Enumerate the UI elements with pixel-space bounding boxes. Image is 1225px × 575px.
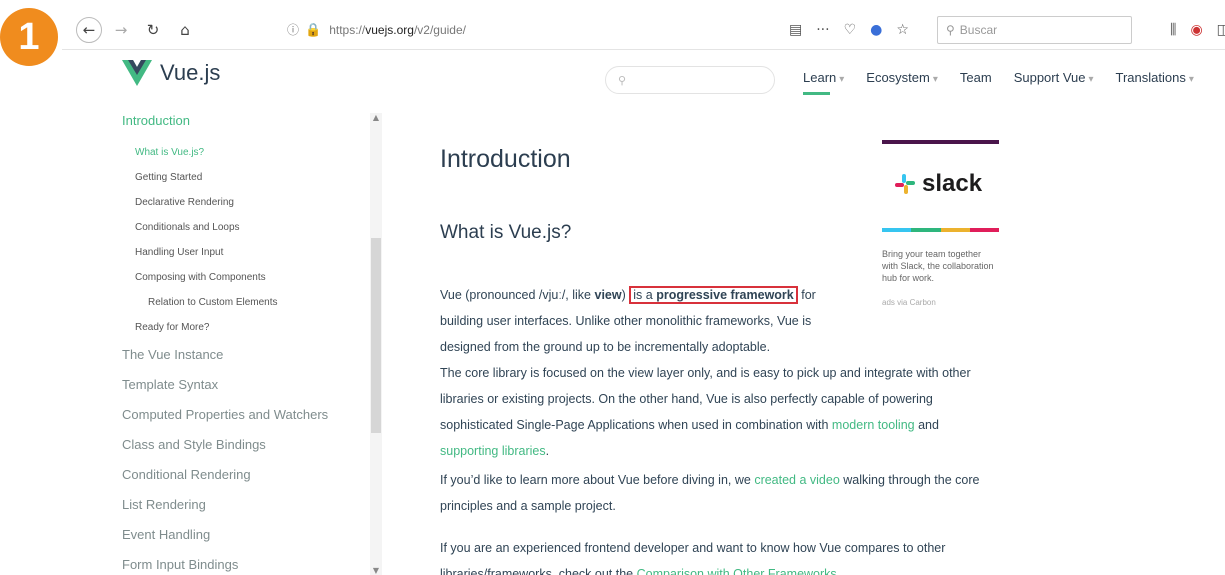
sidebar: Introduction What is Vue.js? Getting Star… [122, 113, 382, 575]
chevron-down-icon: ▾ [839, 74, 845, 85]
step-number-badge: 1 [0, 8, 58, 66]
site-header: Vue.js ⚲ Learn ▾ Ecosystem ▾ Team Support Vue… [0, 50, 1225, 106]
video-paragraph: If you’d like to learn more about Vue be… [440, 473, 980, 513]
home-icon[interactable]: ⌂ [172, 17, 198, 43]
browser-toolbar: ← → ↻ ⌂ ⓘ 🔒 https://vuejs.org/v2/guide/ … [62, 10, 1225, 50]
sidebar-item[interactable]: Conditional Rendering [122, 460, 382, 490]
sidebar-subitem[interactable]: Getting Started [122, 165, 382, 190]
highlight-box: is a progressive framework [629, 286, 798, 304]
toolbar-right-icons: ⫼ ◉ ◫ ♜ [1170, 22, 1225, 38]
sidebar-section-introduction[interactable]: Introduction [122, 113, 382, 128]
carbon-ad[interactable]: slack Bring your team together with Slac… [882, 140, 999, 307]
forward-icon[interactable]: → [108, 17, 134, 43]
sidebar-subitem[interactable]: Declarative Rendering [122, 190, 382, 215]
nav-item-translations[interactable]: Translations ▾ [1116, 70, 1194, 85]
sidebar-item[interactable]: The Vue Instance [122, 340, 382, 370]
scroll-down-icon[interactable]: ▼ [371, 566, 381, 575]
logo-text: Vue.js [160, 60, 221, 85]
search-icon: ⚲ [618, 73, 627, 87]
scroll-thumb[interactable] [371, 238, 381, 433]
reader-view-icon[interactable]: ▤ [789, 22, 802, 38]
more-actions-icon[interactable]: ··· [816, 22, 829, 38]
nav-item-learn[interactable]: Learn ▾ [803, 70, 845, 95]
bookmark-star-icon[interactable]: ☆ [896, 22, 909, 38]
nav-item-support-vue[interactable]: Support Vue ▾ [1014, 70, 1094, 85]
back-icon[interactable]: ← [76, 16, 102, 43]
info-icon[interactable]: ⓘ [287, 21, 299, 38]
site-nav: Learn ▾ Ecosystem ▾ Team Support Vue ▾ Translat… [803, 70, 1216, 95]
pocket-icon[interactable]: ♡ [844, 22, 857, 38]
sidebar-subitem[interactable]: What is Vue.js? [122, 140, 382, 165]
chevron-down-icon: ▾ [1088, 74, 1094, 85]
sidebar-item[interactable]: Event Handling [122, 520, 382, 550]
core-library-paragraph: The core library is focused on the view … [440, 366, 971, 458]
site-search-input[interactable]: ⚲ [605, 66, 775, 94]
modern-tooling-link[interactable]: modern tooling [832, 418, 915, 432]
sidebar-item[interactable]: Form Input Bindings [122, 550, 382, 575]
shield-icon[interactable]: ◉ [1190, 22, 1202, 38]
sidebar-subitem[interactable]: Relation to Custom Elements [122, 290, 382, 315]
sidebar-item[interactable]: Class and Style Bindings [122, 430, 382, 460]
sidebar-item[interactable]: Computed Properties and Watchers [122, 400, 382, 430]
slack-logo: slack [894, 170, 999, 198]
supporting-libraries-link[interactable]: supporting libraries [440, 444, 546, 458]
extension-icon[interactable]: ● [870, 22, 882, 38]
sidebar-subitem[interactable]: Composing with Components [122, 265, 382, 290]
sidebar-item[interactable]: Template Syntax [122, 370, 382, 400]
url-text: https://vuejs.org/v2/guide/ [329, 22, 466, 37]
chevron-down-icon: ▾ [1188, 74, 1194, 85]
sidebar-subitem[interactable]: Conditionals and Loops [122, 215, 382, 240]
intro-paragraph: Vue (pronounced /vjuː/, like view) is a … [440, 286, 816, 354]
sidebar-toggle-icon[interactable]: ◫ [1217, 22, 1225, 38]
ad-via-text[interactable]: ads via Carbon [882, 298, 999, 307]
comparison-paragraph: If you are an experienced frontend devel… [440, 535, 985, 575]
lock-icon: 🔒 [305, 21, 322, 37]
sidebar-item[interactable]: List Rendering [122, 490, 382, 520]
search-icon: ⚲ [946, 22, 955, 37]
vue-logo-icon [122, 60, 152, 86]
vue-logo[interactable]: Vue.js [122, 60, 220, 86]
nav-item-team[interactable]: Team [960, 70, 992, 85]
sidebar-subitem[interactable]: Handling User Input [122, 240, 382, 265]
ad-description: Bring your team together with Slack, the… [882, 249, 994, 283]
page-title: Introduction [440, 145, 571, 173]
section-title: What is Vue.js? [440, 222, 572, 243]
scroll-up-icon[interactable]: ▲ [371, 113, 381, 122]
slack-logo-icon [895, 174, 915, 194]
sidebar-subitem[interactable]: Ready for More? [122, 315, 382, 340]
comparison-link[interactable]: Comparison with Other Frameworks [637, 567, 837, 575]
chevron-down-icon: ▾ [932, 74, 938, 85]
created-video-link[interactable]: created a video [754, 473, 839, 487]
reload-icon[interactable]: ↻ [140, 17, 166, 43]
sidebar-scrollbar[interactable]: ▲ ▼ [370, 113, 382, 575]
nav-item-ecosystem[interactable]: Ecosystem ▾ [866, 70, 938, 85]
browser-search-input[interactable]: ⚲ Buscar [937, 15, 1132, 44]
library-icon[interactable]: ⫼ [1170, 22, 1176, 38]
url-bar-actions: ▤ ··· ♡ ● ☆ [789, 22, 909, 38]
